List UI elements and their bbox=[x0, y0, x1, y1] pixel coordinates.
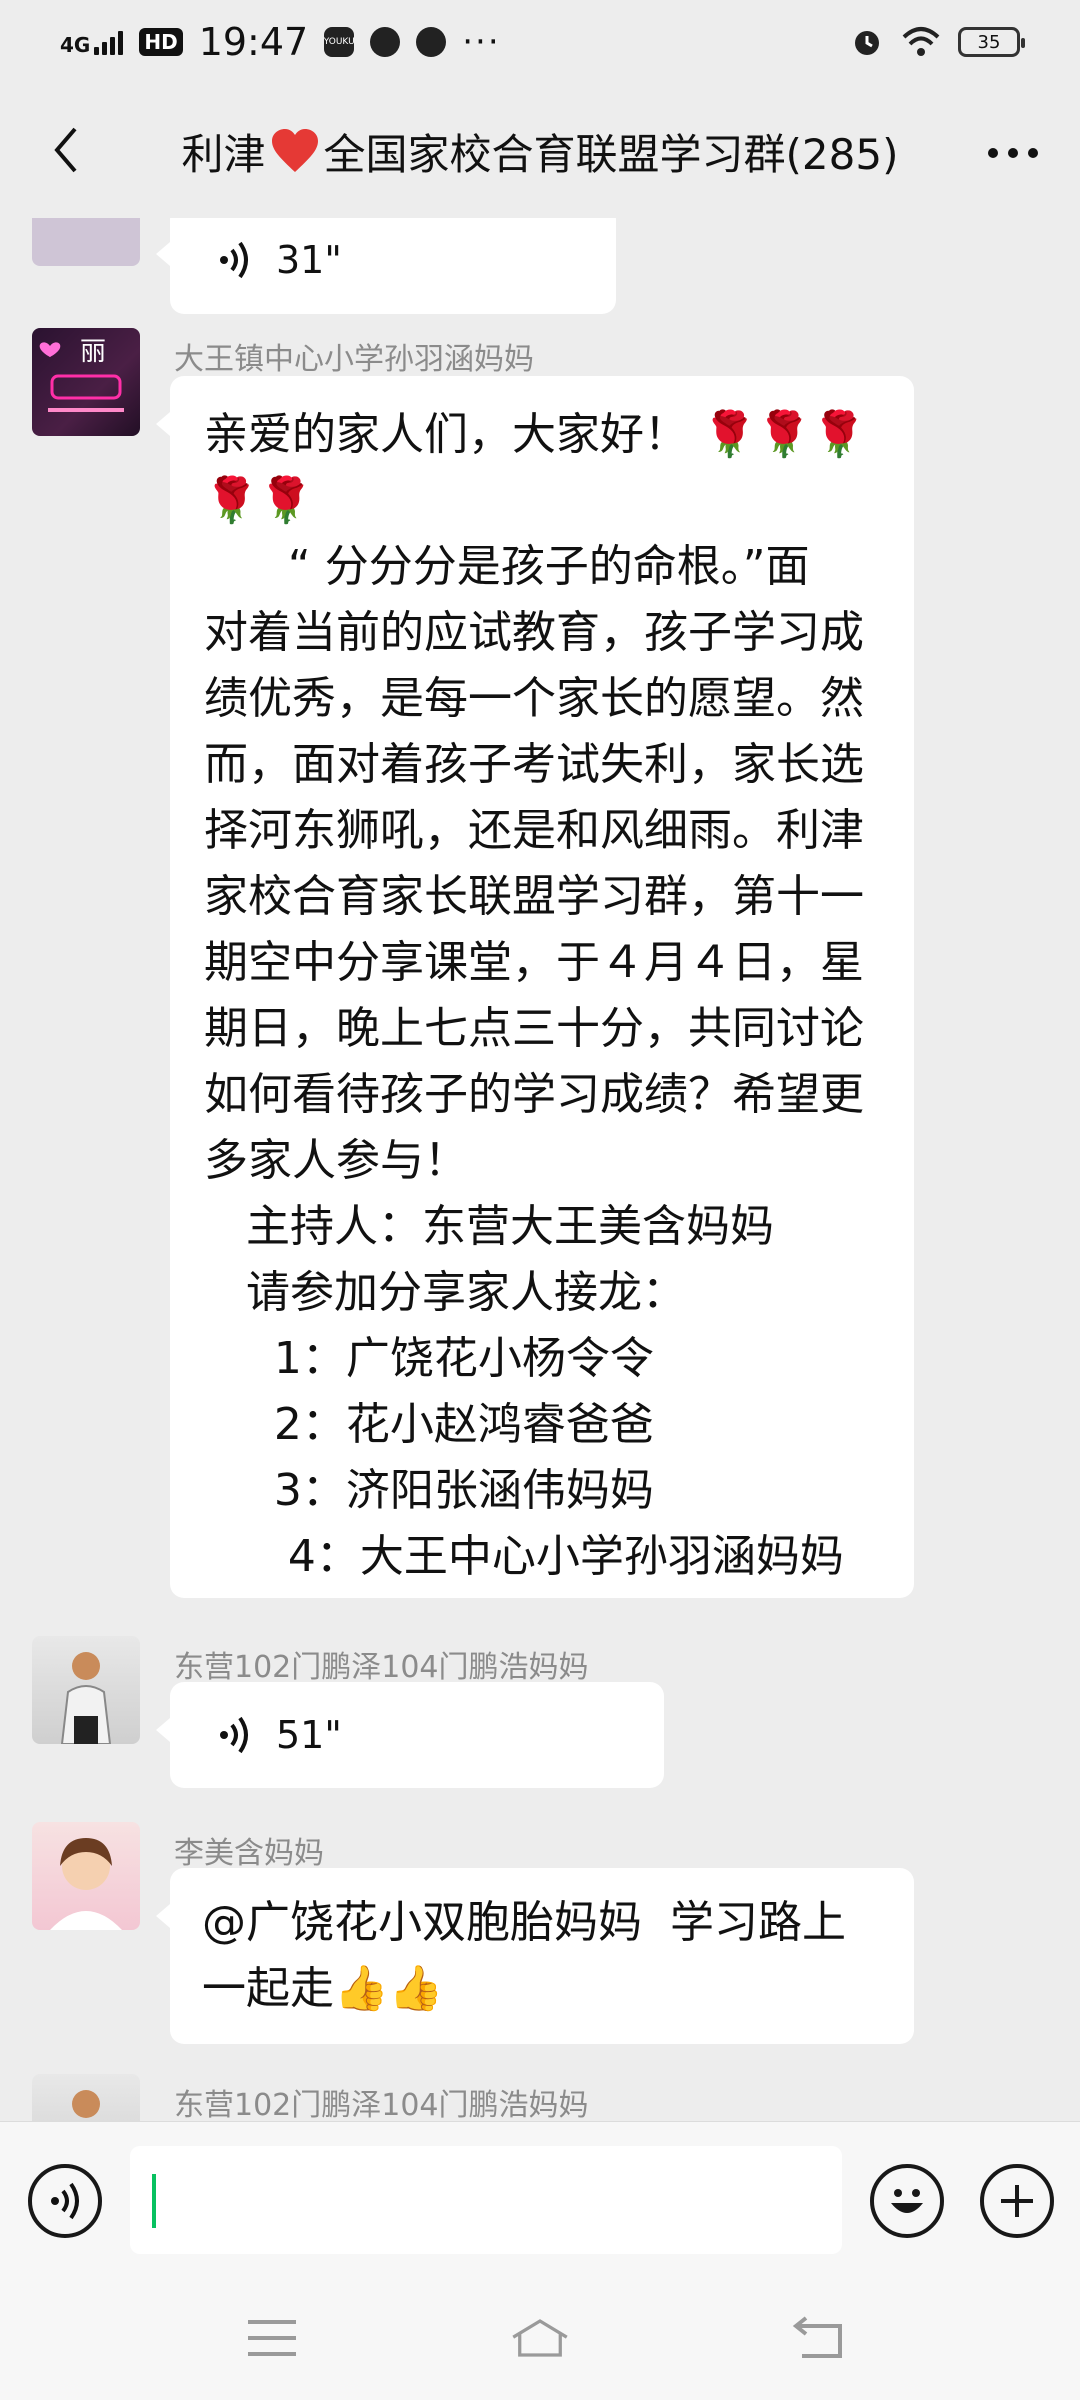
more-notifications: ··· bbox=[462, 22, 501, 62]
voice-input-button[interactable] bbox=[28, 2164, 102, 2238]
network-indicator: 4G bbox=[60, 29, 124, 57]
message-line: 一起走👍👍 bbox=[202, 1963, 444, 2014]
voice-content: 51" bbox=[170, 1682, 664, 1788]
chat-screen: 4G HD 19:47 YOUKU ··· 35 利津 全国家校合育联盟学习群(… bbox=[0, 0, 1080, 2400]
rose-icon: 🌹🌹 bbox=[204, 475, 314, 526]
signal-icon bbox=[94, 29, 124, 55]
hd-badge: HD bbox=[139, 28, 183, 56]
avatar[interactable] bbox=[32, 2074, 140, 2121]
sender-name: 李美含妈妈 bbox=[174, 1836, 324, 1871]
home-icon bbox=[512, 2319, 568, 2357]
battery-icon: 35 bbox=[958, 27, 1025, 57]
system-back-button[interactable] bbox=[790, 2308, 850, 2368]
menu-button[interactable] bbox=[242, 2308, 302, 2368]
message-line: 如何看待孩子的学习成绩？希望更 bbox=[204, 1069, 864, 1120]
message-line: 2：花小赵鸿睿爸爸 bbox=[204, 1399, 654, 1450]
message-input[interactable] bbox=[130, 2146, 842, 2254]
rose-icon: 🌹🌹🌹 bbox=[702, 409, 867, 460]
heart-icon bbox=[271, 129, 318, 172]
title-suffix: 全国家校合育联盟学习群(285) bbox=[323, 129, 899, 179]
message-line: 3：济阳张涵伟妈妈 bbox=[204, 1465, 654, 1516]
message-line: 🌹🌹 bbox=[204, 468, 884, 534]
text-message[interactable]: @广饶花小双胞胎妈妈 学习路上 一起走👍👍 bbox=[156, 1868, 914, 2044]
sender-name: 大王镇中心小学孙羽涵妈妈 bbox=[174, 342, 534, 377]
status-left: 4G HD 19:47 YOUKU ··· bbox=[60, 20, 501, 64]
message-line: 家校合育家长联盟学习群，第十一 bbox=[204, 871, 864, 922]
voice-icon bbox=[220, 241, 248, 279]
voice-content: 31" bbox=[170, 218, 616, 314]
message-line: @广饶花小双胞胎妈妈 学习路上 bbox=[202, 1897, 846, 1948]
battery-level: 35 bbox=[977, 31, 1001, 53]
message-line: 请参加分享家人接龙： bbox=[204, 1267, 686, 1318]
home-button[interactable] bbox=[510, 2308, 570, 2368]
input-bar bbox=[0, 2121, 1080, 2281]
status-right: 35 bbox=[850, 25, 1025, 59]
more-icon bbox=[988, 148, 1038, 158]
text-cursor bbox=[152, 2174, 156, 2228]
message-line: 而，面对着孩子考试失利，家长选 bbox=[204, 739, 864, 790]
avatar-neon-image: 丽 bbox=[39, 337, 124, 412]
title-prefix: 利津 bbox=[181, 129, 266, 179]
message-text: 亲爱的家人们，大家好！ 🌹🌹🌹 🌹🌹 “ 分分分是孩子的命根。”面 对着当前的应… bbox=[204, 402, 884, 1590]
back-icon bbox=[792, 2316, 842, 2358]
youku-icon: YOUKU bbox=[324, 27, 355, 57]
voice-icon bbox=[220, 1716, 248, 1754]
message-line: 绩优秀，是每一个家长的愿望。然 bbox=[204, 673, 864, 724]
chat-title: 利津 全国家校合育联盟学习群(285) bbox=[181, 121, 899, 182]
avatar-photo bbox=[72, 2090, 100, 2118]
avatar[interactable] bbox=[32, 1636, 140, 1744]
voice-icon bbox=[51, 2182, 79, 2220]
sender-name: 东营102门鹏泽104门鹏浩妈妈 bbox=[174, 1650, 589, 1685]
avatar[interactable]: 丽 bbox=[32, 328, 140, 436]
system-navigation-bar bbox=[0, 2280, 1080, 2400]
svg-text:丽: 丽 bbox=[80, 337, 106, 367]
text-message[interactable]: 亲爱的家人们，大家好！ 🌹🌹🌹 🌹🌹 “ 分分分是孩子的命根。”面 对着当前的应… bbox=[156, 376, 914, 1598]
emoji-icon bbox=[891, 2189, 923, 2213]
plus-button[interactable] bbox=[980, 2164, 1054, 2238]
back-button[interactable] bbox=[36, 120, 96, 180]
message-line: 期空中分享课堂，于４月４日，星 bbox=[204, 937, 864, 988]
chat-header: 利津 全国家校合育联盟学习群(285) bbox=[0, 84, 1080, 218]
alarm-icon bbox=[855, 31, 879, 55]
status-bar: 4G HD 19:47 YOUKU ··· 35 bbox=[0, 0, 1080, 84]
message-line: 择河东狮吼，还是和风细雨。利津 bbox=[204, 805, 864, 856]
message-line: 期日，晚上七点三十分，共同讨论 bbox=[204, 1003, 864, 1054]
menu-icon bbox=[248, 2320, 296, 2356]
message-line: 多家人参与！ bbox=[204, 1135, 468, 1186]
voice-message[interactable]: 31" bbox=[156, 218, 616, 314]
voice-duration: 51" bbox=[276, 1713, 342, 1757]
avatar-photo bbox=[60, 1652, 112, 1744]
voice-duration: 31" bbox=[276, 238, 342, 282]
message-line: “ 分分分是孩子的命根。”面 bbox=[204, 541, 810, 592]
message-line: 4：大王中心小学孙羽涵妈妈 bbox=[204, 1531, 844, 1582]
compass-icon bbox=[370, 27, 401, 57]
avatar[interactable] bbox=[32, 1822, 140, 1930]
more-button[interactable] bbox=[986, 124, 1040, 170]
message-line: 主持人：东营大王美含妈妈 bbox=[204, 1201, 774, 1252]
wifi-icon bbox=[902, 27, 940, 56]
chat-icon bbox=[416, 27, 447, 57]
sender-name: 东营102门鹏泽104门鹏浩妈妈 bbox=[174, 2088, 589, 2121]
message-line: 对着当前的应试教育，孩子学习成 bbox=[204, 607, 864, 658]
message-line: 1：广饶花小杨令令 bbox=[204, 1333, 654, 1384]
message-line: 亲爱的家人们，大家好！ 🌹🌹🌹 bbox=[204, 409, 867, 460]
voice-message[interactable]: 51" bbox=[156, 1682, 664, 1788]
avatar-photo bbox=[50, 1838, 122, 1930]
clock: 19:47 bbox=[198, 20, 309, 64]
avatar[interactable] bbox=[32, 218, 140, 266]
plus-icon bbox=[1001, 2185, 1033, 2217]
network-label: 4G bbox=[60, 33, 91, 57]
back-arrow-icon bbox=[54, 127, 77, 173]
emoji-button[interactable] bbox=[870, 2164, 944, 2238]
message-list[interactable]: 31" 丽 大王镇中心小学孙羽涵妈妈 亲爱的家人们，大家好！ 🌹🌹🌹 🌹🌹 “ … bbox=[0, 218, 1080, 2121]
